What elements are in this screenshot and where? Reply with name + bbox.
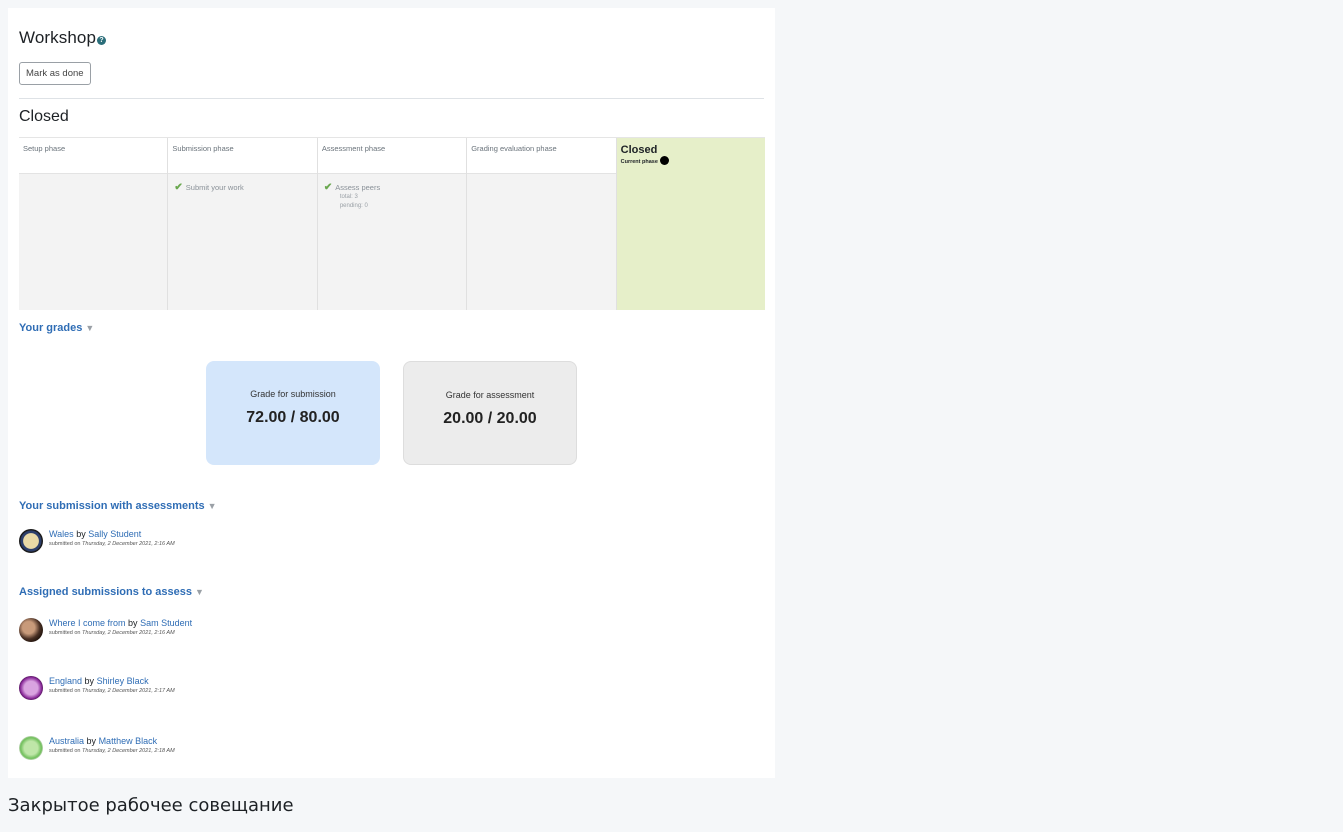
phase-closed: Closed Current phase xyxy=(616,138,766,310)
check-icon: ✔ xyxy=(323,182,333,193)
grade-for-assessment-label: Grade for assessment xyxy=(445,390,535,400)
your-submission-heading[interactable]: Your submission with assessments ▼ xyxy=(19,500,217,512)
page-title: Workshop? xyxy=(19,28,107,48)
your-grades-label: Your grades xyxy=(19,322,83,334)
submitted-date: Thursday, 2 December 2021, 2:18 AM xyxy=(82,748,175,754)
phase-assessment-title: Assessment phase xyxy=(317,138,467,174)
task-assess-peers[interactable]: ✔ Assess peers total: 3 pending: 0 xyxy=(318,174,466,219)
phase-grading-evaluation: Grading evaluation phase xyxy=(467,138,617,310)
avatar xyxy=(19,676,43,700)
avatar xyxy=(19,529,43,553)
phase-submission: Submission phase ✔ Submit your work xyxy=(168,138,318,310)
submitted-date: Thursday, 2 December 2021, 2:16 AM xyxy=(82,630,175,636)
submitted-prefix: submitted on xyxy=(49,541,81,547)
phase-setup: Setup phase xyxy=(19,138,169,310)
caret-down-icon: ▼ xyxy=(207,501,217,511)
phase-table: Setup phase Submission phase ✔ Submit you… xyxy=(19,137,766,310)
current-phase-label: Current phase xyxy=(620,159,658,165)
grade-for-assessment-value: 20.00 / 20.00 xyxy=(443,410,537,427)
assigned-submissions-heading[interactable]: Assigned submissions to assess ▼ xyxy=(19,586,204,598)
submitted-prefix: submitted on xyxy=(49,688,81,694)
by-label: by xyxy=(86,736,97,746)
submission-title-link[interactable]: Australia xyxy=(49,736,84,746)
phase-setup-title: Setup phase xyxy=(19,138,168,174)
submitted-prefix: submitted on xyxy=(49,630,81,636)
phase-submission-title: Submission phase xyxy=(168,138,317,174)
caret-down-icon: ▼ xyxy=(195,587,204,597)
grade-for-submission-label: Grade for submission xyxy=(250,389,336,399)
submitted-date: Thursday, 2 December 2021, 2:16 AM xyxy=(82,541,175,547)
author-link[interactable]: Sally Student xyxy=(88,529,141,539)
check-icon: ✔ xyxy=(174,182,183,193)
your-grades-heading[interactable]: Your grades ▼ xyxy=(19,322,94,334)
by-label: by xyxy=(76,529,86,539)
grade-for-assessment-card: Grade for assessment 20.00 / 20.00 xyxy=(403,361,577,465)
task-label: Submit your work xyxy=(185,183,244,192)
phase-grading-evaluation-title: Grading evaluation phase xyxy=(467,138,616,174)
assigned-submissions-label: Assigned submissions to assess xyxy=(19,586,193,598)
author-link[interactable]: Shirley Black xyxy=(97,676,149,686)
phase-closed-header: Closed Current phase xyxy=(616,138,766,174)
divider xyxy=(19,98,764,99)
by-label: by xyxy=(128,618,138,628)
submitted-date: Thursday, 2 December 2021, 2:17 AM xyxy=(82,688,175,694)
phase-section-title: Closed xyxy=(19,108,69,125)
author-link[interactable]: Matthew Black xyxy=(99,736,158,746)
avatar xyxy=(19,736,43,760)
by-label: by xyxy=(84,676,95,686)
question-icon[interactable]: ? xyxy=(97,36,107,45)
phase-closed-title: Closed xyxy=(620,144,658,156)
task-detail-total: total: 3 xyxy=(339,194,358,200)
submission-title-link[interactable]: Where I come from xyxy=(49,618,126,628)
grade-for-submission-card: Grade for submission 72.00 / 80.00 xyxy=(206,361,380,465)
author-link[interactable]: Sam Student xyxy=(140,618,192,628)
submission-title-link[interactable]: England xyxy=(49,676,82,686)
workshop-screenshot: Workshop? Mark as done Closed Setup phas… xyxy=(8,8,775,778)
grade-for-submission-value: 72.00 / 80.00 xyxy=(246,409,340,426)
avatar xyxy=(19,618,43,642)
your-submission-label: Your submission with assessments xyxy=(19,500,205,512)
phase-assessment: Assessment phase ✔ Assess peers total: 3 … xyxy=(317,138,468,310)
current-phase-dot-icon xyxy=(659,156,669,165)
caret-down-icon: ▼ xyxy=(85,323,95,333)
task-submit-work[interactable]: ✔ Submit your work xyxy=(168,174,316,201)
submission-title-link[interactable]: Wales xyxy=(49,529,74,539)
mark-as-done-button[interactable]: Mark as done xyxy=(19,62,91,85)
task-detail-pending: pending: 0 xyxy=(339,203,368,209)
image-caption: Закрытое рабочее совещание xyxy=(8,795,294,816)
task-label: Assess peers xyxy=(335,183,381,192)
submitted-prefix: submitted on xyxy=(49,748,81,754)
workshop-title: Workshop xyxy=(19,28,97,47)
